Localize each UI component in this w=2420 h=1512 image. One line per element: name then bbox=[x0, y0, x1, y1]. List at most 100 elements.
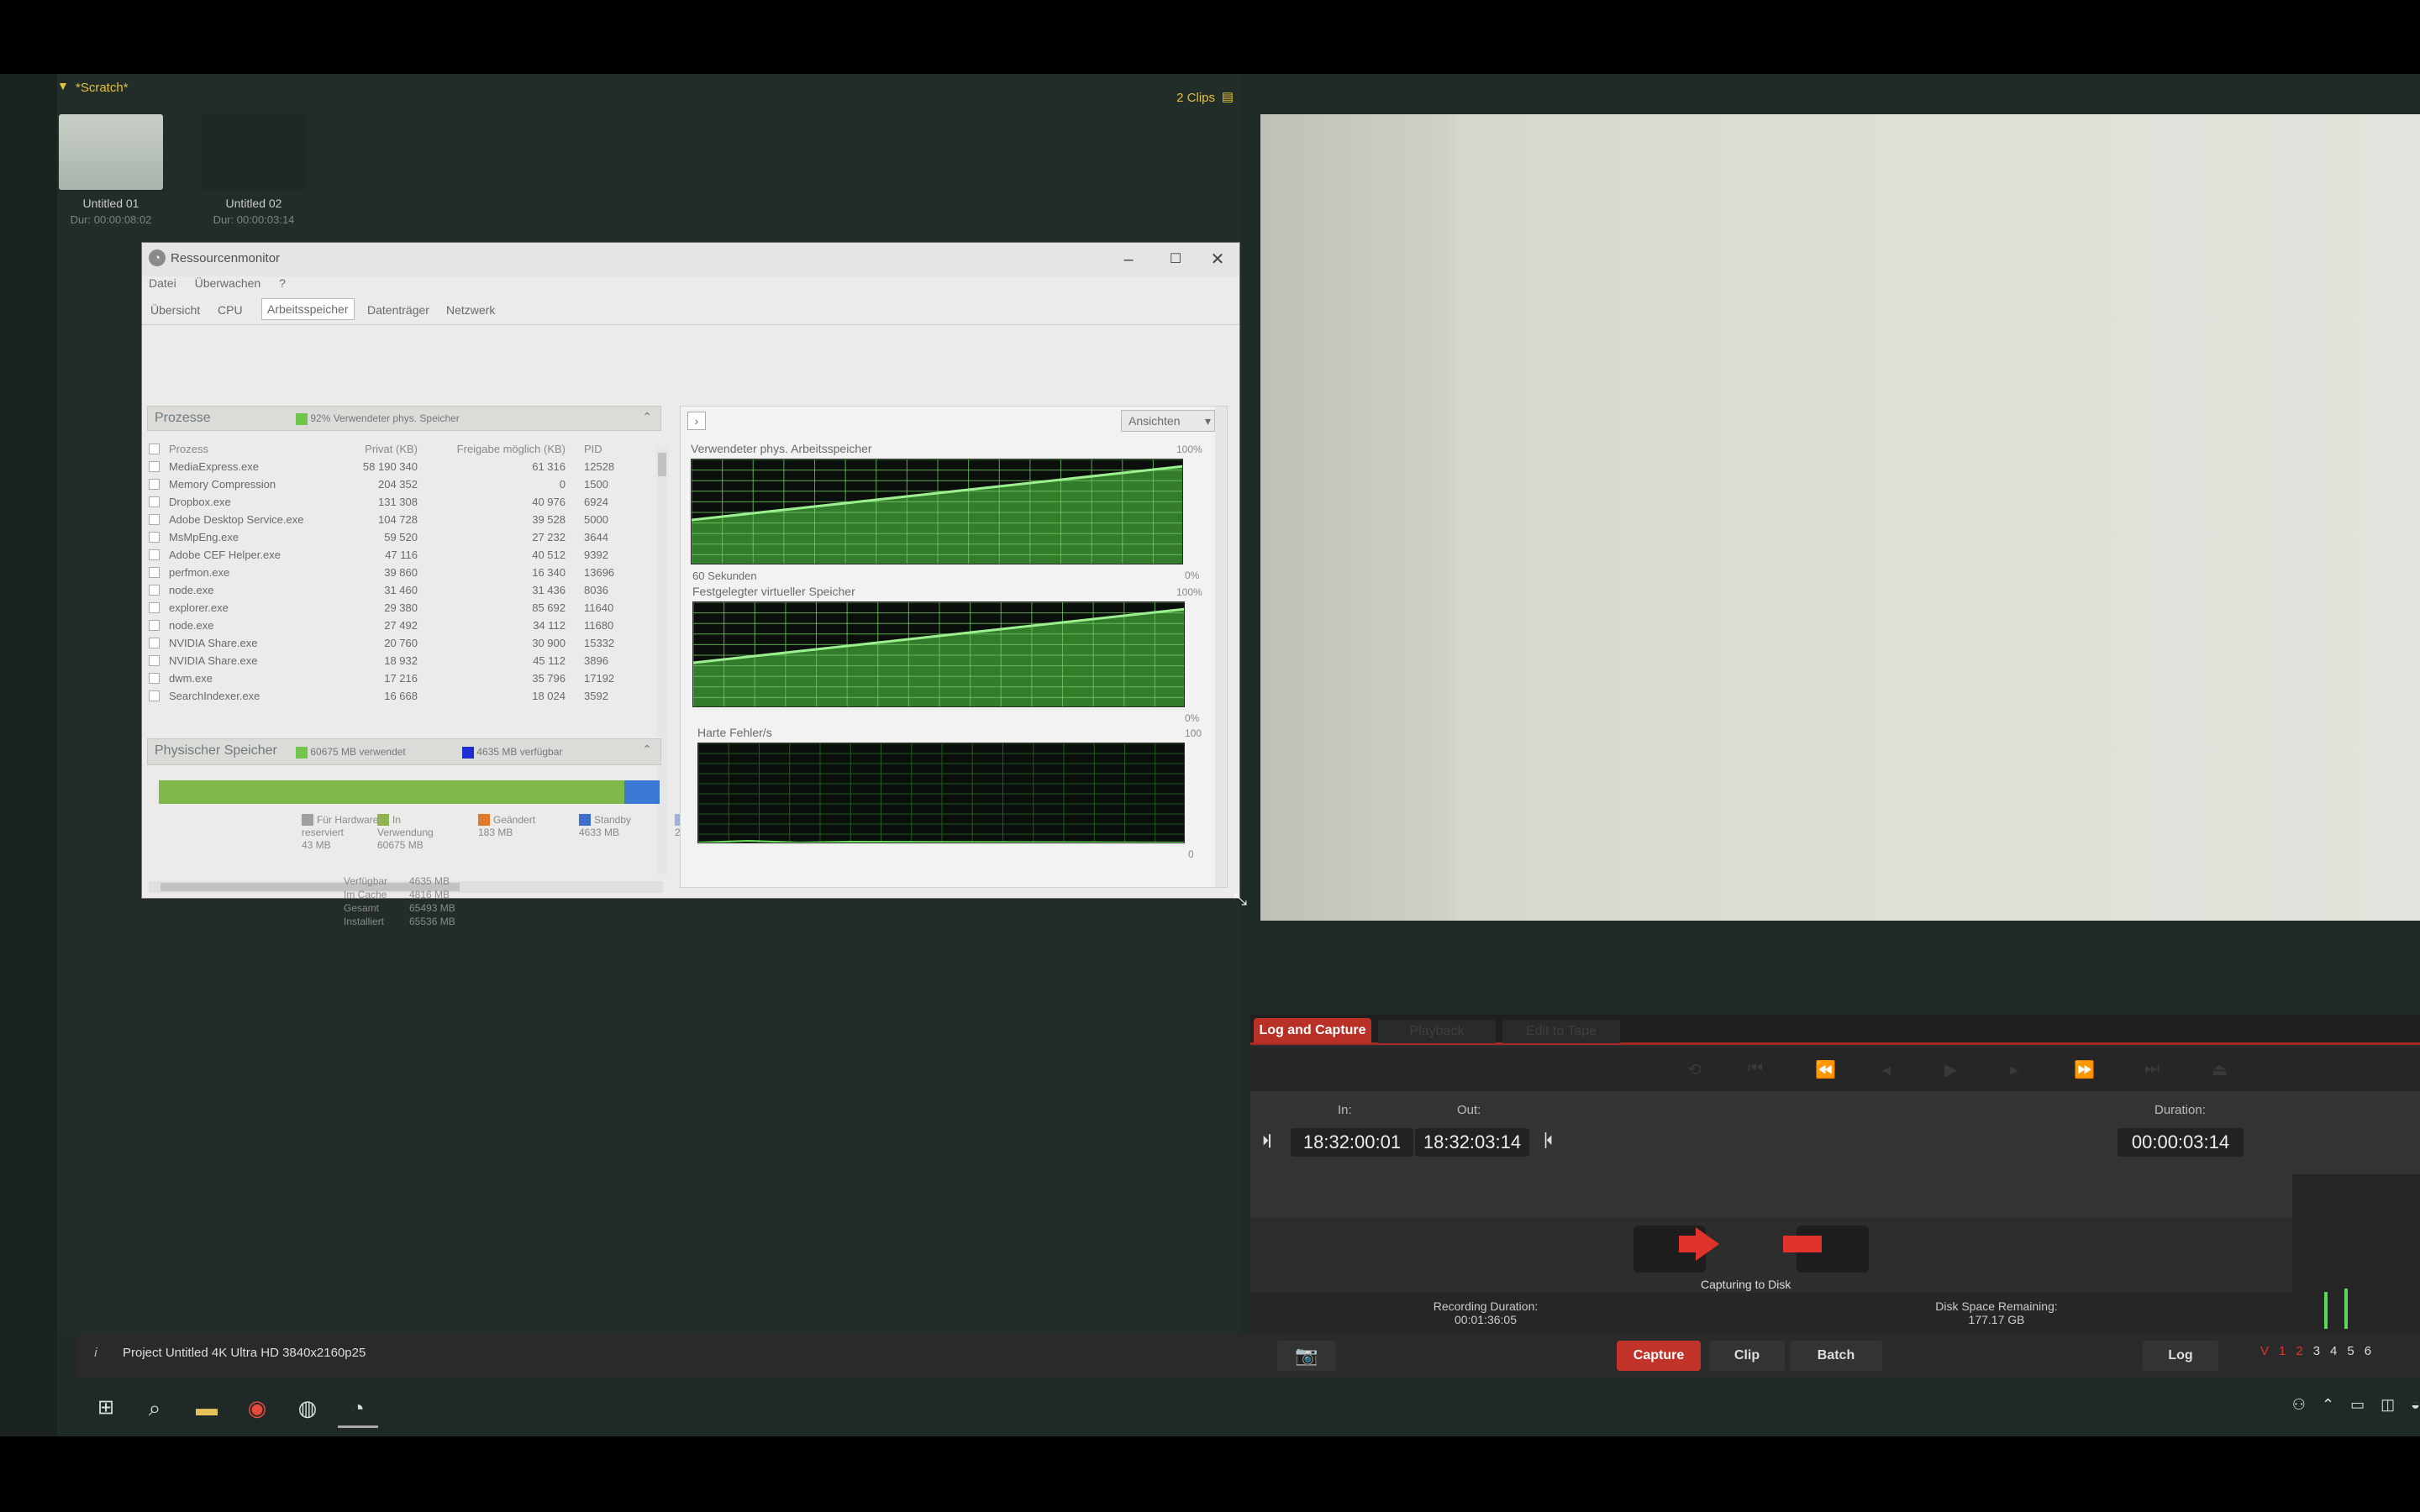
file-explorer-icon[interactable]: ▬ bbox=[187, 1388, 227, 1428]
table-row[interactable]: Dropbox.exe 131 308 40 976 6924 bbox=[149, 494, 663, 512]
row-checkbox[interactable] bbox=[149, 461, 160, 472]
tab-uebersicht[interactable]: Übersicht bbox=[147, 303, 203, 317]
clip-untitled-01[interactable]: Untitled 01 Dur: 00:00:08:02 bbox=[59, 114, 163, 226]
tab-edit-to-tape[interactable]: Edit to Tape bbox=[1502, 1020, 1620, 1043]
mark-in-icon[interactable]: ⏵▏ bbox=[1259, 1128, 1286, 1155]
dropbox-icon[interactable]: ◫ bbox=[2381, 1396, 2395, 1413]
bin-icon[interactable]: ▤ bbox=[1222, 89, 1234, 104]
row-checkbox[interactable] bbox=[149, 514, 160, 525]
table-row[interactable]: MediaExpress.exe 58 190 340 61 316 12528 bbox=[149, 459, 663, 476]
track-1[interactable]: 1 bbox=[2279, 1344, 2286, 1358]
row-checkbox[interactable] bbox=[149, 655, 160, 666]
camera-icon[interactable]: 📷 bbox=[1277, 1341, 1336, 1371]
expand-pane-button[interactable]: › bbox=[687, 412, 706, 430]
processes-header[interactable]: Prozesse 92% Verwendeter phys. Speicher … bbox=[147, 406, 661, 431]
row-checkbox[interactable] bbox=[149, 673, 160, 684]
col-pid[interactable]: PID bbox=[584, 443, 602, 455]
col-privat[interactable]: Privat (KB) bbox=[317, 443, 418, 455]
play-icon[interactable]: ▶ bbox=[1944, 1059, 1957, 1080]
row-checkbox[interactable] bbox=[149, 620, 160, 631]
table-row[interactable]: node.exe 27 492 34 112 11680 bbox=[149, 617, 663, 635]
track-v[interactable]: V bbox=[2260, 1344, 2269, 1358]
row-checkbox[interactable] bbox=[149, 549, 160, 560]
clip-button[interactable]: Clip bbox=[1709, 1341, 1785, 1371]
log-button[interactable]: Log bbox=[2143, 1341, 2218, 1371]
physical-memory-header[interactable]: Physischer Speicher 60675 MB verwendet 4… bbox=[147, 738, 661, 765]
track-5[interactable]: 5 bbox=[2347, 1344, 2354, 1358]
chrome-icon[interactable]: ◉ bbox=[237, 1388, 277, 1428]
step-forward-icon[interactable]: ▸ bbox=[2010, 1059, 2018, 1080]
table-row[interactable]: SearchIndexer.exe 16 668 18 024 3592 bbox=[149, 688, 663, 706]
out-timecode[interactable]: 18:32:03:14 bbox=[1415, 1128, 1529, 1157]
row-checkbox[interactable] bbox=[149, 479, 160, 490]
table-row[interactable]: NVIDIA Share.exe 20 760 30 900 15332 bbox=[149, 635, 663, 653]
row-checkbox[interactable] bbox=[149, 567, 160, 578]
tab-datentraeger[interactable]: Datenträger bbox=[364, 303, 433, 317]
select-all-checkbox[interactable] bbox=[149, 444, 160, 454]
table-row[interactable]: node.exe 31 460 31 436 8036 bbox=[149, 582, 663, 600]
row-checkbox[interactable] bbox=[149, 532, 160, 543]
mark-out-icon[interactable]: ▕⏴ bbox=[1531, 1128, 1558, 1155]
row-checkbox[interactable] bbox=[149, 638, 160, 648]
col-prozess[interactable]: Prozess bbox=[169, 443, 208, 455]
maximize-button[interactable]: ☐ bbox=[1159, 248, 1192, 271]
network-icon[interactable]: ▭ bbox=[2350, 1396, 2365, 1413]
close-button[interactable]: ✕ bbox=[1201, 248, 1234, 271]
chat-icon[interactable]: ◒ bbox=[2411, 1396, 2420, 1413]
step-back-icon[interactable]: ◂ bbox=[1882, 1059, 1891, 1080]
disk-space: Disk Space Remaining: 177.17 GB bbox=[1904, 1299, 2089, 1326]
minimize-button[interactable]: – bbox=[1112, 248, 1145, 271]
row-checkbox[interactable] bbox=[149, 585, 160, 596]
row-checkbox[interactable] bbox=[149, 602, 160, 613]
tray-chevron-icon[interactable]: ⌃ bbox=[2322, 1396, 2334, 1413]
go-to-start-icon[interactable]: ⏮ bbox=[1748, 1059, 1763, 1079]
track-4[interactable]: 4 bbox=[2330, 1344, 2337, 1358]
windows-start-icon[interactable]: ⊞ bbox=[86, 1388, 126, 1428]
window-titlebar[interactable]: ◔ Ressourcenmonitor – ☐ ✕ bbox=[142, 243, 1239, 276]
tab-arbeitsspeicher[interactable]: Arbeitsspeicher bbox=[261, 298, 355, 320]
menu-datei[interactable]: Datei bbox=[149, 276, 176, 290]
media-express-icon[interactable]: ◍ bbox=[287, 1388, 328, 1428]
loop-icon[interactable]: ⟲ bbox=[1687, 1059, 1702, 1080]
table-row[interactable]: Adobe Desktop Service.exe 104 728 39 528 50… bbox=[149, 512, 663, 529]
table-row[interactable]: MsMpEng.exe 59 520 27 232 3644 bbox=[149, 529, 663, 547]
info-icon[interactable]: 𝑖 bbox=[94, 1346, 97, 1360]
scrollbar-thumb[interactable] bbox=[658, 453, 666, 476]
collapse-icon[interactable]: ⌃ bbox=[642, 743, 652, 757]
row-checkbox[interactable] bbox=[149, 690, 160, 701]
track-3[interactable]: 3 bbox=[2313, 1344, 2320, 1358]
row-checkbox[interactable] bbox=[149, 496, 160, 507]
people-icon[interactable]: ⚇ bbox=[2292, 1396, 2306, 1413]
col-freigabe[interactable]: Freigabe möglich (KB) bbox=[451, 443, 566, 455]
table-row[interactable]: Memory Compression 204 352 0 1500 bbox=[149, 476, 663, 494]
table-row[interactable]: explorer.exe 29 380 85 692 11640 bbox=[149, 600, 663, 617]
track-2[interactable]: 2 bbox=[2296, 1344, 2302, 1358]
table-row[interactable]: perfmon.exe 39 860 16 340 13696 bbox=[149, 564, 663, 582]
vertical-scrollbar[interactable] bbox=[656, 448, 668, 874]
table-row[interactable]: NVIDIA Share.exe 18 932 45 112 3896 bbox=[149, 653, 663, 670]
eject-icon[interactable]: ⏏ bbox=[2212, 1059, 2228, 1080]
table-row[interactable]: dwm.exe 17 216 35 796 17192 bbox=[149, 670, 663, 688]
go-to-end-icon[interactable]: ⏭ bbox=[2144, 1059, 2160, 1079]
menu-ueberwachen[interactable]: Überwachen bbox=[195, 276, 261, 290]
menu-help[interactable]: ? bbox=[279, 276, 286, 290]
table-row[interactable]: Adobe CEF Helper.exe 47 116 40 512 9392 bbox=[149, 547, 663, 564]
tab-netzwerk[interactable]: Netzwerk bbox=[443, 303, 498, 317]
tab-playback[interactable]: Playback bbox=[1378, 1020, 1496, 1043]
graph-pane-scrollbar[interactable] bbox=[1215, 407, 1227, 887]
resource-monitor-taskbar-icon[interactable]: ◔ bbox=[338, 1388, 378, 1428]
stat-label: Im Cache bbox=[344, 889, 387, 900]
capture-button[interactable]: Capture bbox=[1617, 1341, 1701, 1371]
disclosure-triangle-icon[interactable]: ▼ bbox=[57, 79, 69, 92]
fast-forward-icon[interactable]: ⏩ bbox=[2074, 1059, 2095, 1080]
views-button[interactable]: Ansichten ▾ bbox=[1121, 410, 1215, 432]
collapse-icon[interactable]: ⌃ bbox=[642, 410, 652, 424]
tab-cpu[interactable]: CPU bbox=[214, 303, 246, 317]
clip-untitled-02[interactable]: Untitled 02 Dur: 00:00:03:14 bbox=[202, 114, 306, 226]
rewind-icon[interactable]: ⏪ bbox=[1815, 1059, 1836, 1080]
track-6[interactable]: 6 bbox=[2365, 1344, 2371, 1358]
batch-button[interactable]: Batch bbox=[1790, 1341, 1882, 1371]
in-timecode[interactable]: 18:32:00:01 bbox=[1291, 1128, 1413, 1157]
tab-log-and-capture[interactable]: Log and Capture bbox=[1254, 1018, 1371, 1043]
search-icon[interactable]: ⌕ bbox=[134, 1388, 175, 1428]
